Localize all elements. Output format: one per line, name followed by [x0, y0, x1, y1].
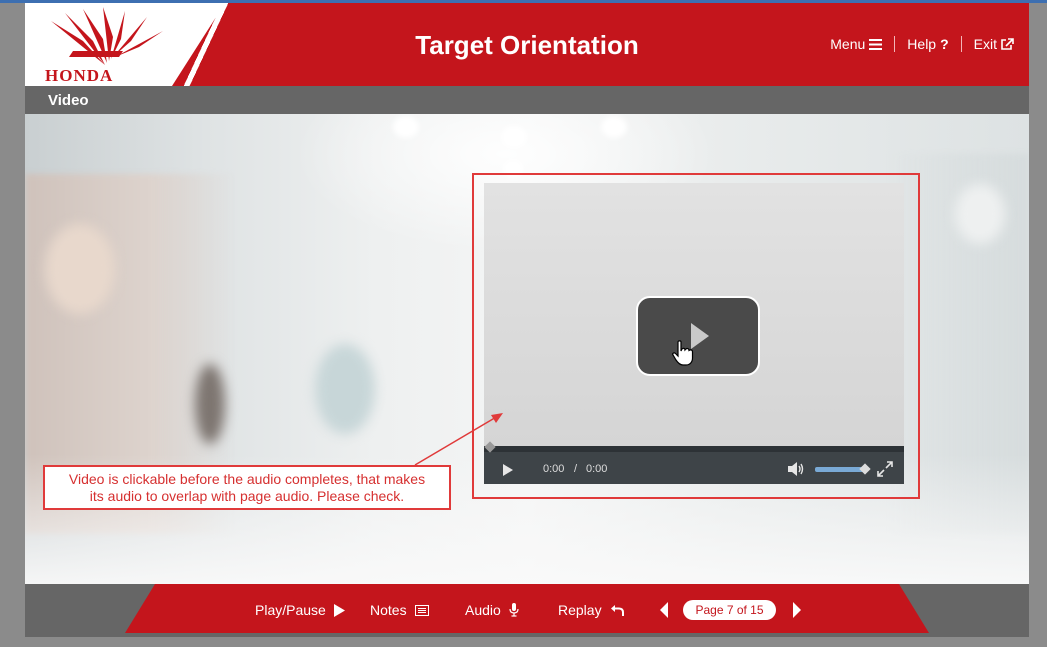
help-button[interactable]: Help ?	[895, 36, 960, 52]
replay-label: Replay	[558, 602, 602, 618]
video-highlight-box: 0:00 / 0:00	[472, 173, 920, 499]
exit-label: Exit	[973, 36, 997, 52]
play-pause-button[interactable]: Play/Pause	[255, 602, 345, 618]
microphone-icon	[509, 603, 519, 617]
footer-controls-panel	[125, 584, 929, 633]
time-separator: /	[574, 463, 578, 475]
volume-slider[interactable]	[815, 463, 871, 475]
next-page-icon[interactable]	[792, 602, 802, 618]
video-progress-bar[interactable]	[484, 441, 904, 453]
page-indicator: Page 7 of 15	[683, 600, 776, 620]
menu-label: Menu	[830, 36, 866, 52]
audio-label: Audio	[465, 602, 501, 618]
exit-button[interactable]: Exit	[962, 36, 1014, 52]
section-bar: Video	[25, 86, 1029, 114]
annotation-line-2: its audio to overlap with page audio. Pl…	[89, 488, 405, 504]
replay-icon	[610, 604, 624, 616]
play-icon	[333, 603, 345, 617]
header-bar: HONDA Target Orientation Menu Help ? Exi…	[25, 3, 1029, 86]
volume-icon[interactable]	[787, 461, 805, 477]
footer-bar: Play/Pause Notes Audio Replay Page 7 of …	[25, 584, 1029, 637]
ceiling-light	[393, 116, 419, 138]
audio-button[interactable]: Audio	[465, 602, 519, 618]
help-label: Help	[907, 36, 937, 52]
ceiling-light	[601, 116, 627, 138]
window-bottom-border	[0, 637, 1047, 647]
video-player[interactable]: 0:00 / 0:00	[484, 183, 904, 484]
notes-button[interactable]: Notes	[370, 602, 429, 618]
fullscreen-icon[interactable]	[877, 461, 893, 477]
annotation-callout: Video is clickable before the audio comp…	[43, 465, 451, 510]
background-person	[195, 364, 225, 444]
ceiling-light	[501, 126, 527, 148]
big-play-button[interactable]	[636, 296, 760, 376]
background-blur	[955, 184, 1005, 244]
previous-page-icon[interactable]	[659, 602, 669, 618]
control-play-icon[interactable]	[502, 463, 514, 477]
progress-handle[interactable]	[484, 441, 496, 453]
replay-button[interactable]: Replay	[558, 602, 624, 618]
background-blur	[315, 344, 375, 434]
notes-icon	[414, 604, 429, 616]
question-icon: ?	[940, 36, 949, 52]
hand-cursor-icon	[672, 340, 694, 366]
menu-button[interactable]: Menu	[818, 36, 894, 52]
duration: 0:00	[586, 463, 608, 475]
notes-label: Notes	[370, 602, 407, 618]
background-blur	[45, 224, 115, 314]
hamburger-icon	[869, 38, 883, 50]
app-window: HONDA Target Orientation Menu Help ? Exi…	[0, 0, 1047, 647]
section-title: Video	[48, 92, 89, 109]
volume-handle[interactable]	[859, 463, 871, 475]
annotation-line-1: Video is clickable before the audio comp…	[68, 471, 426, 487]
logo-wordmark: HONDA	[45, 66, 114, 85]
play-pause-label: Play/Pause	[255, 602, 326, 618]
video-controls: 0:00 / 0:00	[484, 441, 904, 484]
content-stage: 0:00 / 0:00 Video is clickable before th…	[25, 114, 1029, 584]
header-nav: Menu Help ? Exit	[818, 36, 1014, 52]
current-time: 0:00	[543, 463, 565, 475]
external-link-icon	[1001, 38, 1014, 50]
